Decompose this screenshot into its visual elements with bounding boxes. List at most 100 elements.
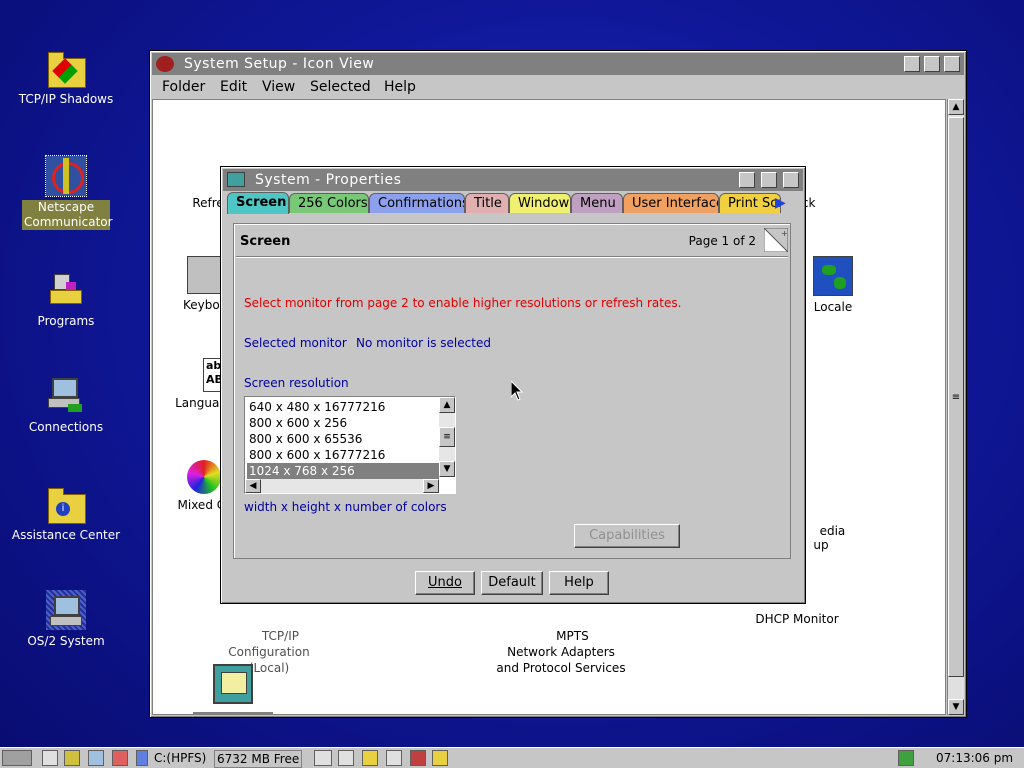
desktop-icon-label: Connections: [28, 420, 104, 434]
menu-help[interactable]: Help: [384, 79, 416, 95]
resolution-item[interactable]: 800 x 600 x 16777216: [247, 447, 439, 463]
dialog-hide-button[interactable]: [739, 172, 755, 188]
tab-user-interface[interactable]: User Interface: [623, 193, 719, 213]
os2-system-icon: [46, 590, 86, 630]
taskbar-app-icon[interactable]: [386, 750, 402, 766]
taskbar-app-icon[interactable]: [432, 750, 448, 766]
resolution-item[interactable]: 800 x 600 x 65536: [247, 431, 439, 447]
page-title: Screen: [240, 234, 291, 249]
tab-title[interactable]: Title: [465, 193, 509, 213]
desktop-icon-label: TCP/IP Shadows: [18, 92, 114, 106]
capabilities-button[interactable]: Capabilities: [574, 524, 680, 548]
folder-icon: [46, 48, 86, 88]
list-scroll-thumb[interactable]: ≡: [439, 427, 455, 447]
os2-logo-icon[interactable]: [2, 750, 32, 766]
dialog-titlebar[interactable]: System - Properties: [223, 169, 803, 191]
taskbar-app-icon[interactable]: [314, 750, 332, 766]
list-scroll-down[interactable]: ▼: [439, 461, 455, 477]
desktop-icon-os2-system[interactable]: OS/2 System: [6, 590, 126, 649]
shutdown-icon[interactable]: [112, 750, 128, 766]
dialog-title: System - Properties: [255, 172, 402, 188]
undo-button[interactable]: Undo: [415, 571, 475, 595]
scroll-down-button[interactable]: ▼: [948, 699, 964, 715]
tab-window[interactable]: Window: [509, 193, 571, 213]
monitor-icon[interactable]: [227, 172, 245, 187]
scroll-up-button[interactable]: ▲: [948, 99, 964, 115]
taskbar-app-icon[interactable]: [410, 750, 426, 766]
page-separator: [236, 256, 788, 258]
tab-256-colors[interactable]: 256 Colors: [289, 193, 369, 213]
find-icon[interactable]: [88, 750, 104, 766]
computer-icon: [46, 376, 86, 416]
window-list-icon[interactable]: [42, 750, 58, 766]
folder-info-icon: i: [46, 484, 86, 524]
dialog-maximize-button[interactable]: [783, 172, 799, 188]
drive-icon[interactable]: [136, 750, 148, 766]
desktop-icon-connections[interactable]: Connections: [6, 376, 126, 435]
resolution-item[interactable]: 800 x 600 x 256: [247, 415, 439, 431]
monitor-warning: Select monitor from page 2 to enable hig…: [244, 296, 682, 310]
menu-folder[interactable]: Folder: [162, 79, 205, 95]
maximize-button[interactable]: [944, 56, 960, 72]
folder-item-mpts[interactable]: MPTS Network Adapters and Protocol Servi…: [481, 612, 641, 692]
restore-button[interactable]: [924, 56, 940, 72]
window-title: System Setup - Icon View: [184, 56, 375, 72]
drive-label: C:(HPFS): [154, 751, 207, 765]
list-scroll-up[interactable]: ▲: [439, 397, 455, 413]
desktop-icon-assistance-center[interactable]: i Assistance Center: [6, 484, 126, 543]
list-scroll-right[interactable]: ▶: [423, 479, 439, 493]
tab-screen[interactable]: Screen: [227, 192, 289, 214]
lock-icon[interactable]: [64, 750, 80, 766]
help-button[interactable]: Help: [549, 571, 609, 595]
default-button[interactable]: Default: [481, 571, 543, 595]
selected-monitor-label: Selected monitor: [244, 336, 347, 350]
notebook-tabs: Screen 256 Colors Confirmations Title Wi…: [227, 192, 799, 215]
listbox-horizontal-scrollbar[interactable]: ◀ ▶: [245, 479, 439, 493]
desktop-icon-label: Netscape Communicator: [22, 200, 113, 230]
svg-text:+: +: [781, 229, 788, 238]
hide-button[interactable]: [904, 56, 920, 72]
dialog-restore-button[interactable]: [761, 172, 777, 188]
system-setup-icon[interactable]: [156, 56, 174, 72]
window-vertical-scrollbar[interactable]: ▲ ≡ ▼: [947, 99, 964, 715]
netscape-icon: [45, 155, 87, 197]
menu-edit[interactable]: Edit: [220, 79, 247, 95]
resolution-item-selected[interactable]: 1024 x 768 x 256: [247, 463, 439, 479]
menu-selected[interactable]: Selected: [310, 79, 371, 95]
palette-icon: [187, 460, 221, 494]
selected-monitor-value: No monitor is selected: [356, 336, 491, 350]
free-space: 6732 MB Free: [214, 750, 303, 768]
desktop-icon-programs[interactable]: Programs: [6, 270, 126, 329]
resolution-hint: width x height x number of colors: [244, 500, 447, 514]
desktop-icon-label: Assistance Center: [11, 528, 121, 542]
tab-print-screen[interactable]: Print Scr: [719, 193, 781, 213]
system-tray-icon[interactable]: [898, 750, 914, 766]
desktop-icon-label: OS/2 System: [27, 634, 105, 648]
screen-resolution-label: Screen resolution: [244, 376, 349, 390]
listbox-vertical-scrollbar[interactable]: ▲ ≡ ▼: [439, 397, 455, 477]
taskbar: C:(HPFS) 6732 MB Free 07:13:06 pm: [0, 747, 1024, 768]
tab-scroll-right-icon[interactable]: ▶: [775, 195, 786, 211]
page-number: Page 1 of 2: [688, 234, 756, 248]
system-settings-icon[interactable]: [193, 664, 273, 714]
taskbar-app-icon[interactable]: [338, 750, 354, 766]
globe-icon: [813, 256, 853, 296]
tab-confirmations[interactable]: Confirmations: [369, 193, 465, 213]
menu-view[interactable]: View: [262, 79, 295, 95]
window-titlebar[interactable]: System Setup - Icon View: [152, 53, 964, 75]
resolution-listbox[interactable]: 640 x 480 x 16777216 800 x 600 x 256 800…: [244, 396, 456, 494]
desktop-icon-tcpip-shadows[interactable]: TCP/IP Shadows: [6, 48, 126, 107]
taskbar-app-icon[interactable]: [362, 750, 378, 766]
clock: 07:13:06 pm: [936, 751, 1014, 765]
tab-menu[interactable]: Menu: [571, 193, 623, 213]
desktop-icon-label: Programs: [37, 314, 95, 328]
scroll-thumb[interactable]: ≡: [948, 117, 964, 677]
programs-icon: [46, 270, 86, 310]
list-scroll-left[interactable]: ◀: [245, 479, 261, 493]
desktop-icon-netscape[interactable]: Netscape Communicator: [6, 155, 126, 230]
resolution-item[interactable]: 640 x 480 x 16777216: [247, 399, 439, 415]
menu-bar: Folder Edit View Selected Help: [152, 77, 964, 97]
mouse-pointer-icon: [511, 381, 524, 401]
page-turn-icon[interactable]: +: [764, 228, 788, 252]
folder-item-dhcp-monitor[interactable]: DHCP Monitor: [717, 612, 877, 626]
